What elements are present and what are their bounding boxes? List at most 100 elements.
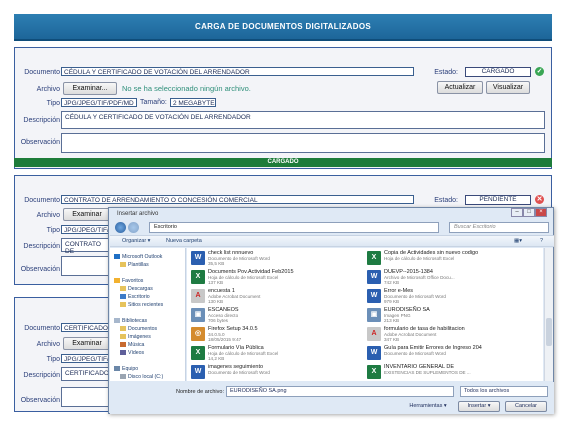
file-details: Documento de Microsoft Word 35,5 KB (208, 256, 270, 266)
insert-button[interactable]: Insertar ▾ (458, 401, 500, 412)
nav-item[interactable]: Vídeos (120, 350, 144, 356)
nav-item[interactable]: Equipo (114, 366, 138, 372)
file-details: Adobe Acrobat Document 347 KB (384, 332, 436, 342)
tipo-label: Tipo (46, 356, 60, 363)
file-dialog: Insertar archivo – □ × Escritorio Buscar E… (108, 207, 554, 414)
pdf-file-icon: A (191, 289, 205, 303)
file-size: 137 KB (208, 280, 224, 285)
nav-item[interactable]: Escritorio (120, 294, 150, 300)
file-item[interactable]: ▣ ESCANEOS Acceso directo 706 bytes (189, 306, 364, 326)
file-item[interactable]: ▣ EURODISEÑO SA Imagen PNG 213 KB (365, 306, 540, 326)
archivo-status-text: No se ha seleccionado ningún archivo. (122, 84, 251, 93)
folder-icon (120, 302, 126, 308)
nav-item[interactable]: Imágenes (120, 334, 151, 340)
file-size: 706 bytes (208, 318, 228, 323)
file-type-select[interactable]: Todos los archivos (460, 386, 548, 397)
nav-item[interactable]: Disco local (C:) (120, 374, 163, 380)
file-item[interactable]: W Guía para Emitir Errores de Ingreso 204… (365, 344, 540, 364)
estado-label: Estado: (434, 197, 458, 204)
folder-icon (120, 326, 126, 332)
nav-item-label: Música (128, 342, 145, 348)
cancel-button[interactable]: Cancelar (505, 401, 547, 412)
folder-icon (120, 334, 126, 340)
desktop-icon (120, 294, 126, 300)
actualizar-button[interactable]: Actualizar (437, 81, 483, 94)
descripcion-field[interactable]: CONTRATO DE (61, 238, 111, 255)
nav-item-label: Escritorio (128, 294, 150, 300)
file-item[interactable]: W Error e-Mes Documento de Microsoft Word 9… (365, 287, 540, 307)
nav-item[interactable]: Música (120, 342, 144, 348)
nav-item-label: Imágenes (128, 334, 151, 340)
nav-item[interactable]: Bibliotecas (114, 318, 147, 324)
new-folder-button[interactable]: Nueva carpeta (166, 238, 202, 244)
nav-item[interactable]: Microsoft Outlook (114, 254, 162, 260)
nav-item-label: Descargas (128, 286, 153, 292)
nav-item[interactable]: Sitios recientes (120, 302, 163, 308)
documento-field[interactable]: CERTIFICADO (61, 323, 111, 332)
visualizar-button[interactable]: Visualizar (486, 81, 530, 94)
word-file-icon: W (367, 289, 381, 303)
file-item[interactable]: Aencuesta 1 Adobe Acrobat Document 130 KB (189, 287, 364, 307)
music-icon (120, 342, 126, 348)
filename-input[interactable]: EURODISEÑO SA.png (226, 386, 454, 397)
scrollbar-thumb[interactable] (546, 318, 552, 346)
maximize-icon[interactable]: □ (523, 208, 535, 217)
file-item[interactable]: X Copia de Actividades sin nuevo codigo Ho… (365, 249, 540, 269)
nav-item-label: Microsoft Outlook (122, 254, 163, 260)
nav-item[interactable]: Favoritos (114, 278, 143, 284)
computer-icon (114, 366, 120, 372)
scrollbar[interactable] (544, 248, 553, 381)
folder-icon (120, 286, 126, 292)
file-item[interactable]: X INVENTARIO GENERAL DE EXISTENCIAS DE SUP… (365, 363, 540, 383)
file-list: Wcheck list nnnuevo Documento de Microsof… (187, 248, 543, 381)
documento-field[interactable]: CÉDULA Y CERTIFICADO DE VOTACIÓN DEL ARR… (61, 67, 414, 76)
file-item[interactable]: X Formulario Vía Pública Hoja de cálculo d… (189, 344, 364, 364)
descripcion-field[interactable]: CERTIFICADO (61, 367, 111, 381)
nav-item-label: Equipo (122, 366, 139, 372)
documento-label: Documento (24, 325, 60, 332)
view-options-icon[interactable]: ▦▾ (514, 238, 522, 244)
nav-item[interactable]: Plantillas (120, 262, 149, 268)
file-details: Hoja de cálculo de Microsoft Excel (384, 256, 454, 261)
examinar-button[interactable]: Examinar (63, 337, 111, 350)
word-file-icon: W (367, 270, 381, 284)
file-details: Hoja de cálculo de Microsoft Excel 14,2 K… (208, 351, 278, 361)
descripcion-field[interactable]: CÉDULA Y CERTIFICADO DE VOTACIÓN DEL ARR… (61, 111, 545, 129)
nav-item-label: Favoritos (122, 278, 144, 284)
pdf-file-icon: A (367, 327, 381, 341)
back-icon[interactable] (115, 222, 126, 233)
observacion-field[interactable] (61, 256, 111, 276)
examinar-button[interactable]: Examinar... (63, 82, 117, 95)
nav-item[interactable]: Documentos (120, 326, 157, 332)
file-item[interactable]: ◎ Firefox Setup 34.0.5 34.0.5.0 18/05/2015 … (189, 325, 364, 345)
observacion-field[interactable] (61, 387, 111, 407)
file-type: Hoja de cálculo de Microsoft Excel (384, 256, 455, 261)
organize-button[interactable]: Organizar ▾ (122, 238, 150, 244)
tools-button[interactable]: Herramientas ▾ (406, 401, 450, 412)
minimize-icon[interactable]: – (511, 208, 523, 217)
file-details: Acceso directo 706 bytes (208, 313, 238, 323)
tamano-label: Tamaño: (140, 99, 167, 106)
observacion-field[interactable] (61, 133, 545, 153)
address-bar[interactable]: Escritorio (149, 222, 439, 233)
file-item[interactable]: X Documents Pov.Actividad Feb2015 Hoja de … (189, 268, 364, 288)
nav-item[interactable]: Descargas (120, 286, 153, 292)
documento-field[interactable]: CONTRATO DE ARRENDAMIENTO O CONCESIÓN CO… (61, 195, 414, 204)
file-item[interactable]: W DUEVP--2015-1384 Archivo de Microsoft Of… (365, 268, 540, 288)
file-item[interactable]: Wimagenes seguimiento Documento de Micros… (189, 363, 364, 383)
close-icon[interactable]: × (535, 208, 547, 217)
navigation-pane: Microsoft Outlook Plantillas Favoritos Desc… (110, 248, 186, 381)
drive-icon (120, 374, 126, 380)
help-icon[interactable]: ? (540, 238, 543, 244)
file-type: EXISTENCIAS DE SUPLEMENTOS DE ... (384, 370, 471, 375)
file-item[interactable]: Wcheck list nnnuevo Documento de Microsof… (189, 249, 364, 269)
descripcion-label: Descripción (23, 372, 60, 379)
archivo-label: Archivo (36, 212, 60, 219)
forward-icon[interactable] (128, 222, 139, 233)
nav-item-label: Disco local (C:) (128, 374, 164, 380)
tamano-field: 2 MEGABYTES (170, 98, 216, 107)
examinar-button[interactable]: Examinar (63, 208, 111, 221)
search-input[interactable]: Buscar Escritorio (449, 222, 549, 233)
file-size: 18/05/2015 9:47 (208, 337, 242, 342)
file-item[interactable]: Aformulario de tasa de habilitacion Adobe… (365, 325, 540, 345)
